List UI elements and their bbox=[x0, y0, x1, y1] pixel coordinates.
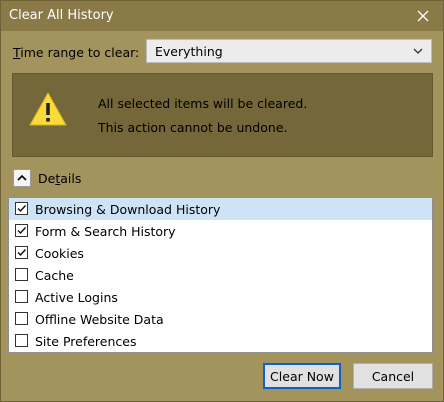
details-label: Details bbox=[38, 171, 82, 186]
history-items-list: Browsing & Download History Form & Search… bbox=[8, 197, 433, 353]
history-item-label: Offline Website Data bbox=[35, 312, 164, 327]
window-title: Clear All History bbox=[9, 8, 114, 23]
history-item-checkbox[interactable] bbox=[15, 246, 28, 259]
warning-icon bbox=[29, 92, 67, 126]
close-button[interactable] bbox=[403, 1, 443, 31]
warning-panel: All selected items will be cleared. This… bbox=[12, 73, 433, 157]
dialog-content: Time range to clear: Everything All sele… bbox=[1, 31, 443, 401]
history-item-label: Cookies bbox=[35, 246, 84, 261]
history-item-label: Active Logins bbox=[35, 290, 118, 305]
chevron-up-icon bbox=[17, 174, 27, 181]
cancel-button[interactable]: Cancel bbox=[353, 363, 433, 389]
history-item-label: Form & Search History bbox=[35, 224, 176, 239]
history-item-row[interactable]: Cookies bbox=[9, 242, 432, 264]
history-item-row[interactable]: Browsing & Download History bbox=[9, 198, 432, 220]
history-item-checkbox[interactable] bbox=[15, 312, 28, 325]
history-item-row[interactable]: Cache bbox=[9, 264, 432, 286]
checkmark-icon bbox=[17, 227, 27, 235]
history-item-checkbox[interactable] bbox=[15, 334, 28, 347]
history-item-label: Cache bbox=[35, 268, 74, 283]
time-range-select[interactable]: Everything bbox=[146, 39, 432, 63]
history-item-row[interactable]: Active Logins bbox=[9, 286, 432, 308]
history-item-checkbox[interactable] bbox=[15, 202, 28, 215]
history-item-label: Site Preferences bbox=[35, 334, 137, 349]
history-item-row[interactable]: Form & Search History bbox=[9, 220, 432, 242]
history-item-row[interactable]: Offline Website Data bbox=[9, 308, 432, 330]
title-bar: Clear All History bbox=[1, 1, 443, 31]
clear-now-button[interactable]: Clear Now bbox=[263, 363, 341, 389]
history-item-checkbox[interactable] bbox=[15, 290, 28, 303]
time-range-value: Everything bbox=[155, 44, 223, 59]
warning-text-line2: This action cannot be undone. bbox=[98, 120, 288, 135]
history-item-checkbox[interactable] bbox=[15, 268, 28, 281]
time-range-label: Time range to clear: bbox=[13, 45, 140, 60]
clear-history-dialog: Clear All History Time range to clear: E… bbox=[0, 0, 444, 402]
warning-text-line1: All selected items will be cleared. bbox=[98, 96, 308, 111]
history-item-label: Browsing & Download History bbox=[35, 202, 221, 217]
close-icon bbox=[417, 10, 429, 22]
checkmark-icon bbox=[17, 205, 27, 213]
details-toggle-button[interactable] bbox=[13, 169, 31, 187]
history-item-checkbox[interactable] bbox=[15, 224, 28, 237]
checkmark-icon bbox=[17, 249, 27, 257]
history-item-row[interactable]: Site Preferences bbox=[9, 330, 432, 352]
chevron-down-icon bbox=[413, 48, 423, 54]
